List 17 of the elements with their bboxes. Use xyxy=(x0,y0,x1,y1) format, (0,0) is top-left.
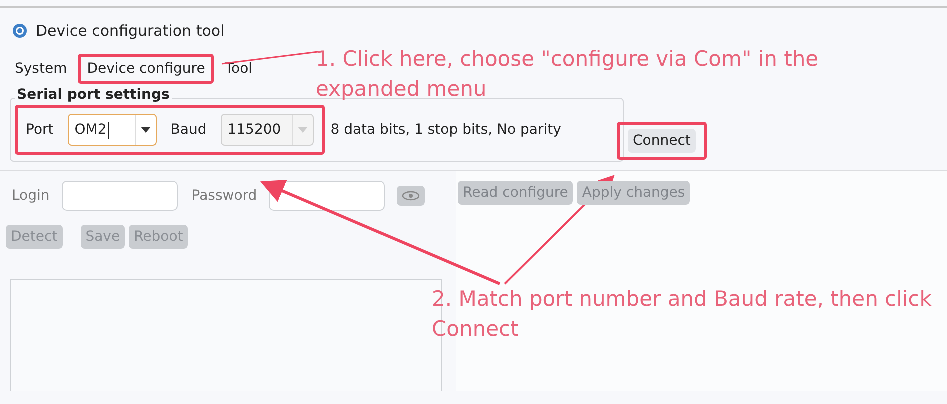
annotation-text: 2. Match port number and Baud rate, then click Connect xyxy=(432,286,932,343)
text-cursor xyxy=(108,122,109,139)
login-label: Login xyxy=(12,188,50,204)
menu-item[interactable]: System xyxy=(6,54,76,84)
menu-item[interactable]: Device configure xyxy=(78,54,214,84)
window-title: Device configuration tool xyxy=(36,22,225,40)
baud-label: Baud xyxy=(170,122,207,138)
format-text: 8 data bits, 1 stop bits, No parity xyxy=(330,122,562,138)
port-dropdown[interactable]: OM2 xyxy=(68,114,157,146)
password-label: Password xyxy=(192,188,258,204)
dropdown-caret-icon[interactable] xyxy=(140,127,151,133)
login-field[interactable] xyxy=(62,181,178,211)
annotation-text: 1. Click here, choose "configure via Com" in the expanded menu xyxy=(316,46,820,103)
connect-button[interactable]: Connect xyxy=(628,129,696,153)
group-title: Serial port settings xyxy=(15,87,172,103)
eye-icon[interactable] xyxy=(397,186,426,206)
port-label: Port xyxy=(26,122,54,138)
